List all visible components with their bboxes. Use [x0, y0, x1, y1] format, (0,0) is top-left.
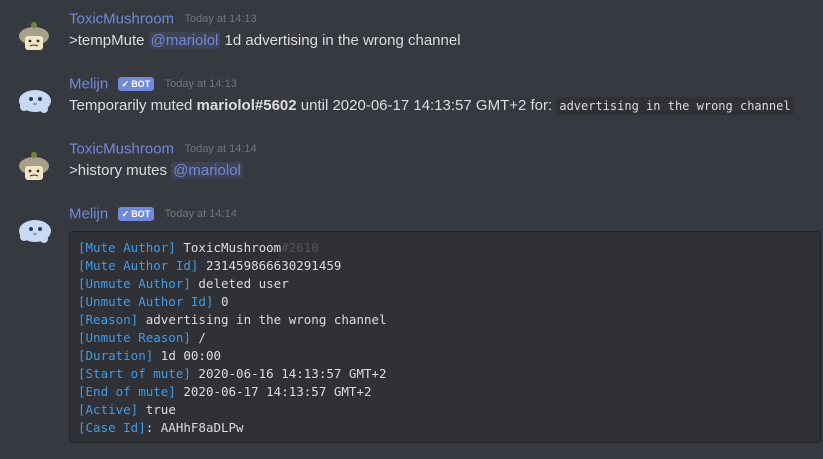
- code-key: [Active]: [78, 402, 139, 417]
- code-line-mute-author-id: [Mute Author Id] 231459866630291459: [78, 257, 812, 275]
- code-key: [Duration]: [78, 348, 154, 363]
- message-text: >history mutes: [69, 162, 172, 179]
- code-value: : AAHhF8aDLPw: [145, 420, 244, 435]
- code-line-unmute-author-id: [Unmute Author Id] 0: [78, 293, 812, 311]
- bot-tag-label: BOT: [131, 78, 151, 89]
- code-key: [Unmute Reason]: [78, 330, 191, 345]
- mushroom-avatar-icon[interactable]: [14, 17, 54, 57]
- code-value: 2020-06-16 14:13:57 GMT+2: [190, 366, 387, 381]
- mushroom-avatar-icon[interactable]: [14, 147, 54, 187]
- code-key: [Unmute Author Id]: [78, 294, 214, 309]
- checkmark-icon: ✓: [121, 78, 130, 89]
- code-value: deleted user: [190, 276, 289, 291]
- code-key: [Start of mute]: [78, 366, 191, 381]
- code-value: true: [138, 402, 176, 417]
- message-text: 1d advertising in the wrong channel: [220, 32, 461, 49]
- checkmark-icon: ✓: [121, 208, 130, 219]
- bold-username: mariolol#5602: [196, 97, 297, 114]
- timestamp: Today at 14:14: [184, 142, 257, 155]
- bot-tag: ✓ BOT: [117, 76, 155, 91]
- code-key: [Case Id]: [78, 420, 146, 435]
- code-line-active: [Active] true: [78, 401, 812, 419]
- code-line-mute-author: [Mute Author] ToxicMushroom#2610: [78, 239, 812, 257]
- bot-tag: ✓ BOT: [117, 206, 155, 221]
- code-line-start-of-mute: [Start of mute] 2020-06-16 14:13:57 GMT+…: [78, 365, 812, 383]
- author-name[interactable]: Melijn: [69, 75, 108, 92]
- code-line-duration: [Duration] 1d 00:00: [78, 347, 812, 365]
- bot-tag-label: BOT: [131, 208, 151, 219]
- code-key: [Reason]: [78, 312, 139, 327]
- code-key: [Mute Author Id]: [78, 258, 199, 273]
- message-content: >tempMute @mariolol 1d advertising in th…: [69, 32, 461, 49]
- message-text: Temporarily muted: [69, 97, 197, 114]
- code-value: 2020-06-17 14:13:57 GMT+2: [175, 384, 372, 399]
- user-mention[interactable]: @mariolol: [148, 32, 221, 49]
- message-4: Melijn ✓ BOT Today at 14:14 [Mute Author]…: [0, 205, 823, 445]
- author-name[interactable]: Melijn: [69, 205, 108, 222]
- code-block: [Mute Author] ToxicMushroom#2610 [Mute A…: [69, 231, 821, 443]
- message-content: Temporarily muted mariolol#5602 until 20…: [69, 97, 794, 115]
- message-2: Melijn ✓ BOT Today at 14:13 Temporarily m…: [0, 75, 823, 119]
- message-3: ToxicMushroom Today at 14:14 >history mu…: [0, 140, 823, 187]
- timestamp: Today at 14:13: [184, 12, 257, 25]
- blue-blob-avatar-icon[interactable]: [14, 79, 54, 119]
- code-line-reason: [Reason] advertising in the wrong channe…: [78, 311, 812, 329]
- code-key: [End of mute]: [78, 384, 176, 399]
- code-line-unmute-author: [Unmute Author] deleted user: [78, 275, 812, 293]
- code-line-case-id: [Case Id]: AAHhF8aDLPw: [78, 419, 812, 437]
- timestamp: Today at 14:13: [164, 77, 237, 90]
- author-name[interactable]: ToxicMushroom: [69, 140, 174, 157]
- code-line-unmute-reason: [Unmute Reason] /: [78, 329, 812, 347]
- blue-blob-avatar-icon[interactable]: [14, 209, 54, 249]
- user-mention[interactable]: @mariolol: [171, 162, 243, 179]
- code-value: ToxicMushroom: [175, 240, 282, 255]
- message-text: >tempMute: [69, 32, 149, 49]
- message-content: >history mutes @mariolol: [69, 162, 243, 179]
- inline-code: advertising in the wrong channel: [556, 97, 794, 115]
- message-1: ToxicMushroom Today at 14:13 >tempMute @…: [0, 10, 823, 57]
- code-value: advertising in the wrong channel: [138, 312, 387, 327]
- code-key: [Mute Author]: [78, 240, 176, 255]
- code-key: [Unmute Author]: [78, 276, 191, 291]
- code-line-end-of-mute: [End of mute] 2020-06-17 14:13:57 GMT+2: [78, 383, 812, 401]
- code-value: 1d 00:00: [153, 348, 221, 363]
- message-text: until 2020-06-17 14:13:57 GMT+2 for:: [296, 97, 557, 114]
- code-value: 231459866630291459: [198, 258, 342, 273]
- code-value: 0: [213, 294, 229, 309]
- author-name[interactable]: ToxicMushroom: [69, 10, 174, 27]
- timestamp: Today at 14:14: [164, 207, 237, 220]
- code-discriminator: #2610: [281, 240, 319, 255]
- code-value: /: [190, 330, 206, 345]
